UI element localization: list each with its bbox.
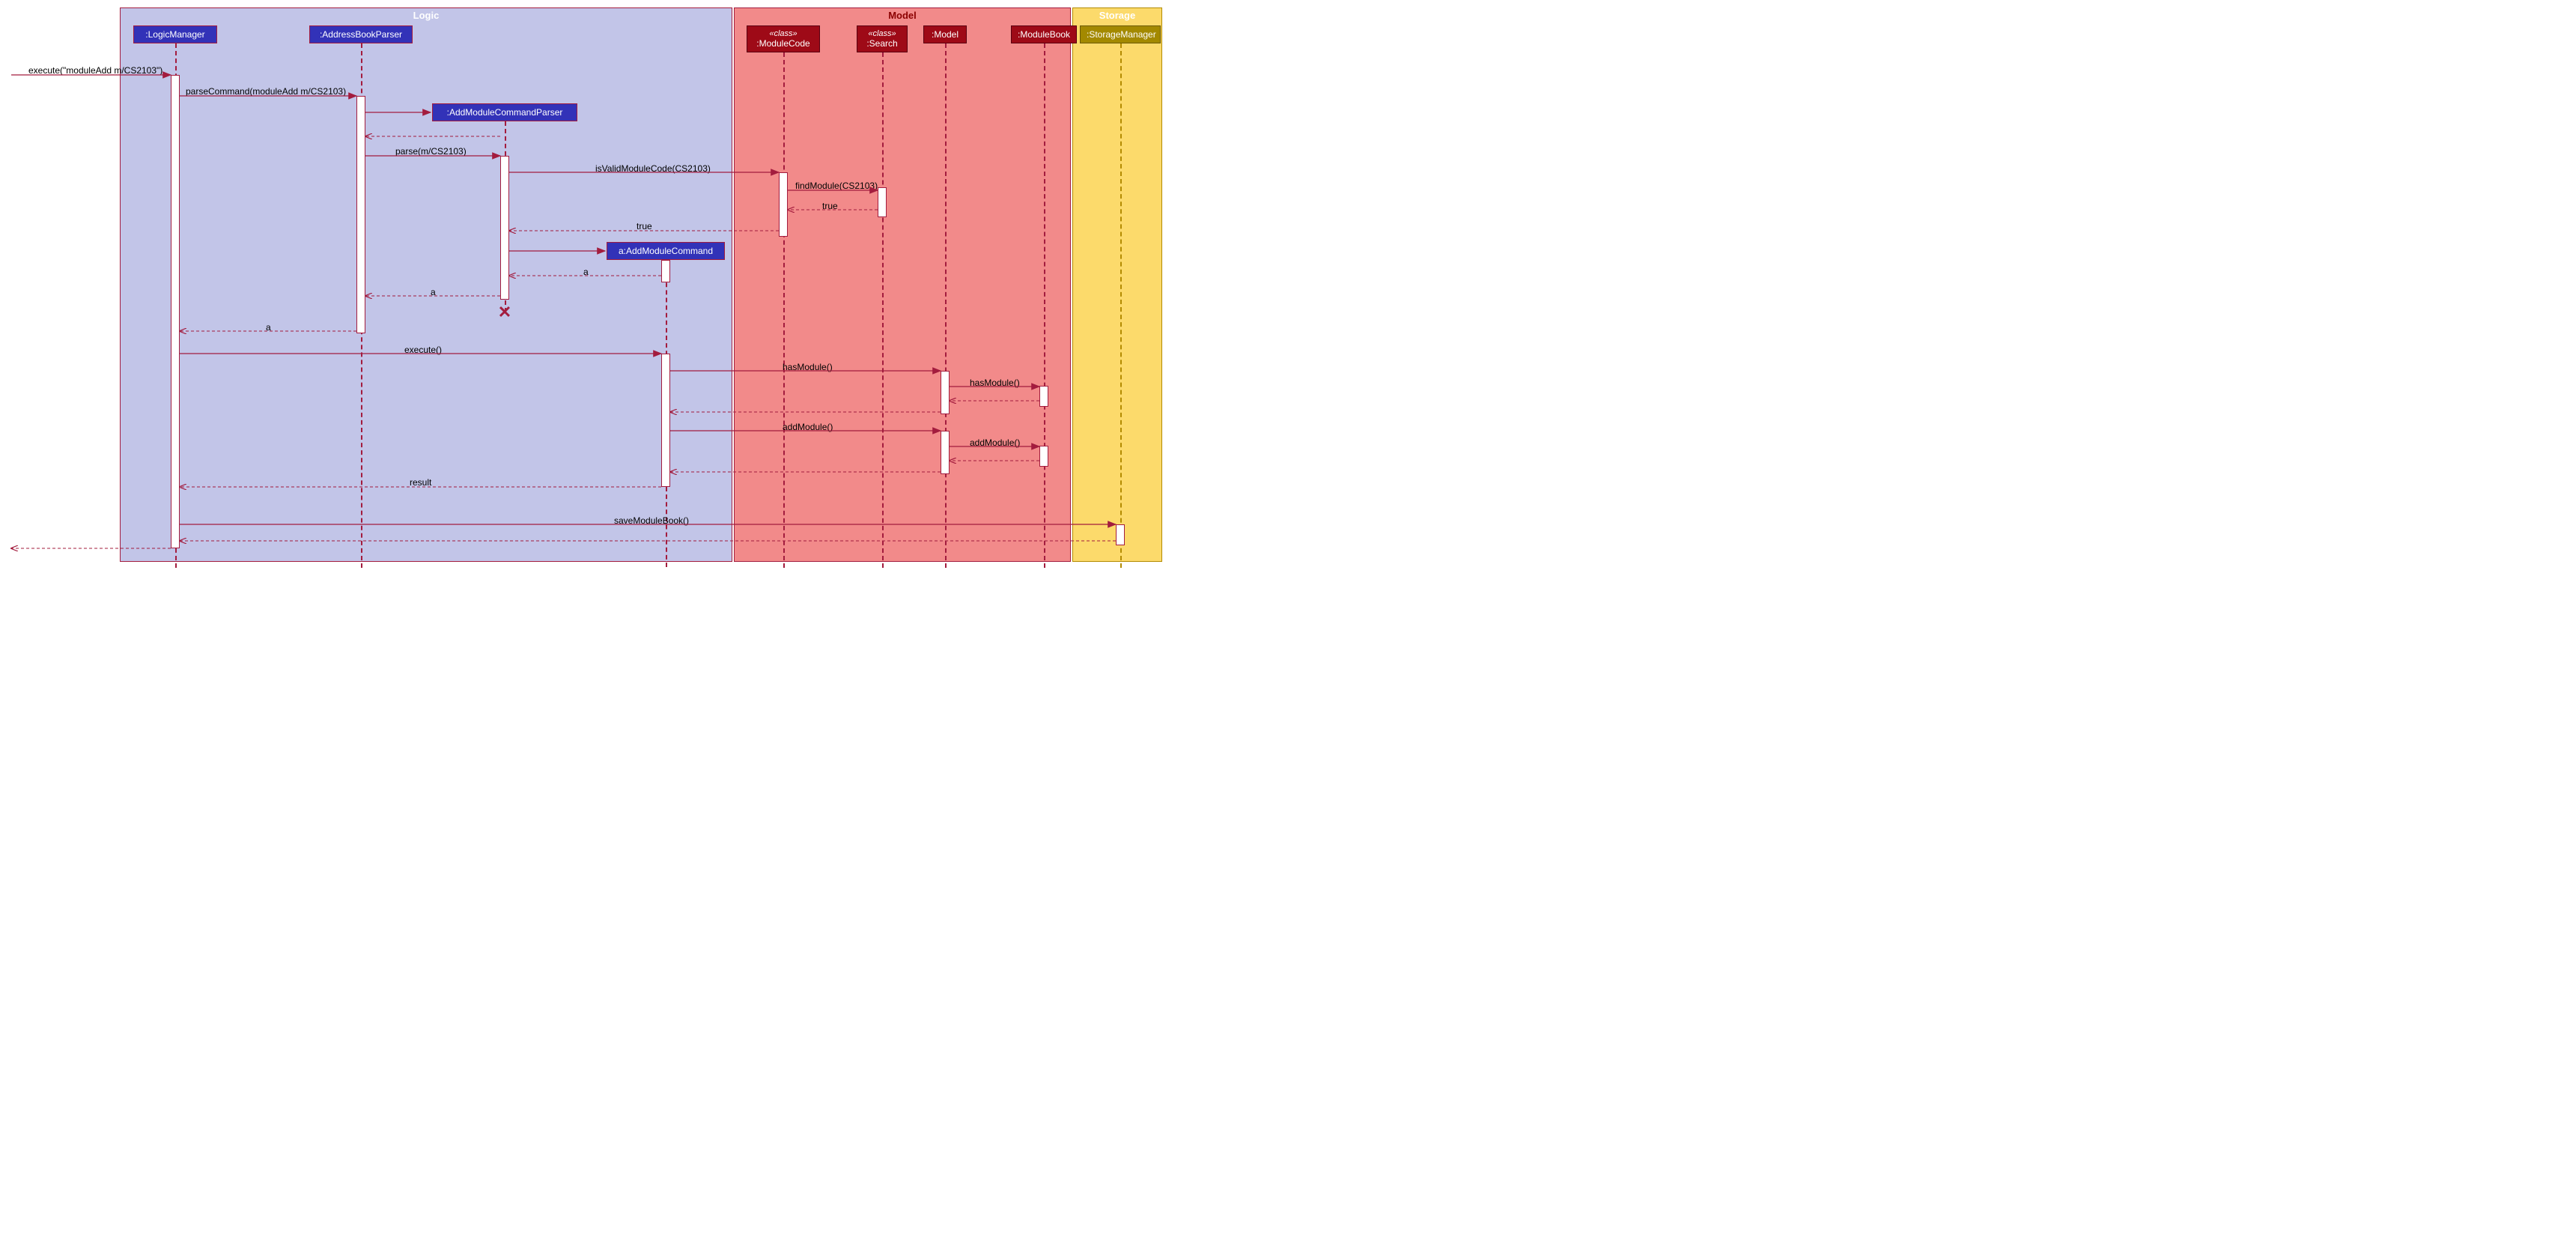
msg-m1: execute("moduleAdd m/CS2103") [28,65,162,76]
region-storage: Storage [1072,7,1162,562]
region-logic-title: Logic [413,10,440,21]
activation-abp [356,96,365,333]
msg-m8: a [583,267,589,277]
msg-m10: a [266,322,271,333]
activation-mb1 [1039,386,1048,407]
msg-m15: addModule() [970,437,1020,448]
msg-m9: a [431,287,436,297]
msg-m13: hasModule() [970,378,1020,388]
participant-add-module-command: a:AddModuleCommand [607,242,725,260]
participant-storage-manager: :StorageManager [1080,25,1161,43]
msg-m4: isValidModuleCode(CS2103) [595,163,711,174]
msg-m16: result [410,477,431,488]
msg-m7: true [637,221,652,231]
activation-mb2 [1039,446,1048,467]
activation-model2 [941,431,950,474]
msg-m5: findModule(CS2103) [795,181,878,191]
activation-model1 [941,371,950,414]
msg-m12: hasModule() [783,362,833,372]
region-storage-title: Storage [1099,10,1135,21]
msg-m3: parse(m/CS2103) [395,146,467,157]
lifeline-model [945,43,947,568]
lifeline-search [882,52,884,568]
destroy-icon: ✕ [497,305,512,320]
msg-m17: saveModuleBook() [614,515,689,526]
msg-m6: true [822,201,838,211]
participant-model: :Model [923,25,967,43]
sequence-diagram: Logic Model Storage :LogicManager :Addre… [7,7,1168,569]
activation-mc [779,172,788,237]
activation-search [878,187,887,217]
region-model-title: Model [888,10,917,21]
participant-address-book-parser: :AddressBookParser [309,25,413,43]
activation-amc1 [661,260,670,282]
activation-sm [1116,524,1125,545]
lifeline-module-book [1044,43,1045,568]
lifeline-storage-manager [1120,43,1122,568]
participant-module-book: :ModuleBook [1011,25,1077,43]
participant-add-module-command-parser: :AddModuleCommandParser [432,103,577,121]
msg-m2: parseCommand(moduleAdd m/CS2103) [186,86,346,97]
participant-logic-manager: :LogicManager [133,25,217,43]
activation-lm [171,75,180,548]
msg-m11: execute() [404,345,442,355]
msg-m14: addModule() [783,422,833,432]
participant-module-code: «class» :ModuleCode [747,25,820,52]
participant-search: «class» :Search [857,25,908,52]
lifeline-module-code [783,52,785,568]
activation-amcp [500,156,509,300]
activation-amc2 [661,354,670,487]
